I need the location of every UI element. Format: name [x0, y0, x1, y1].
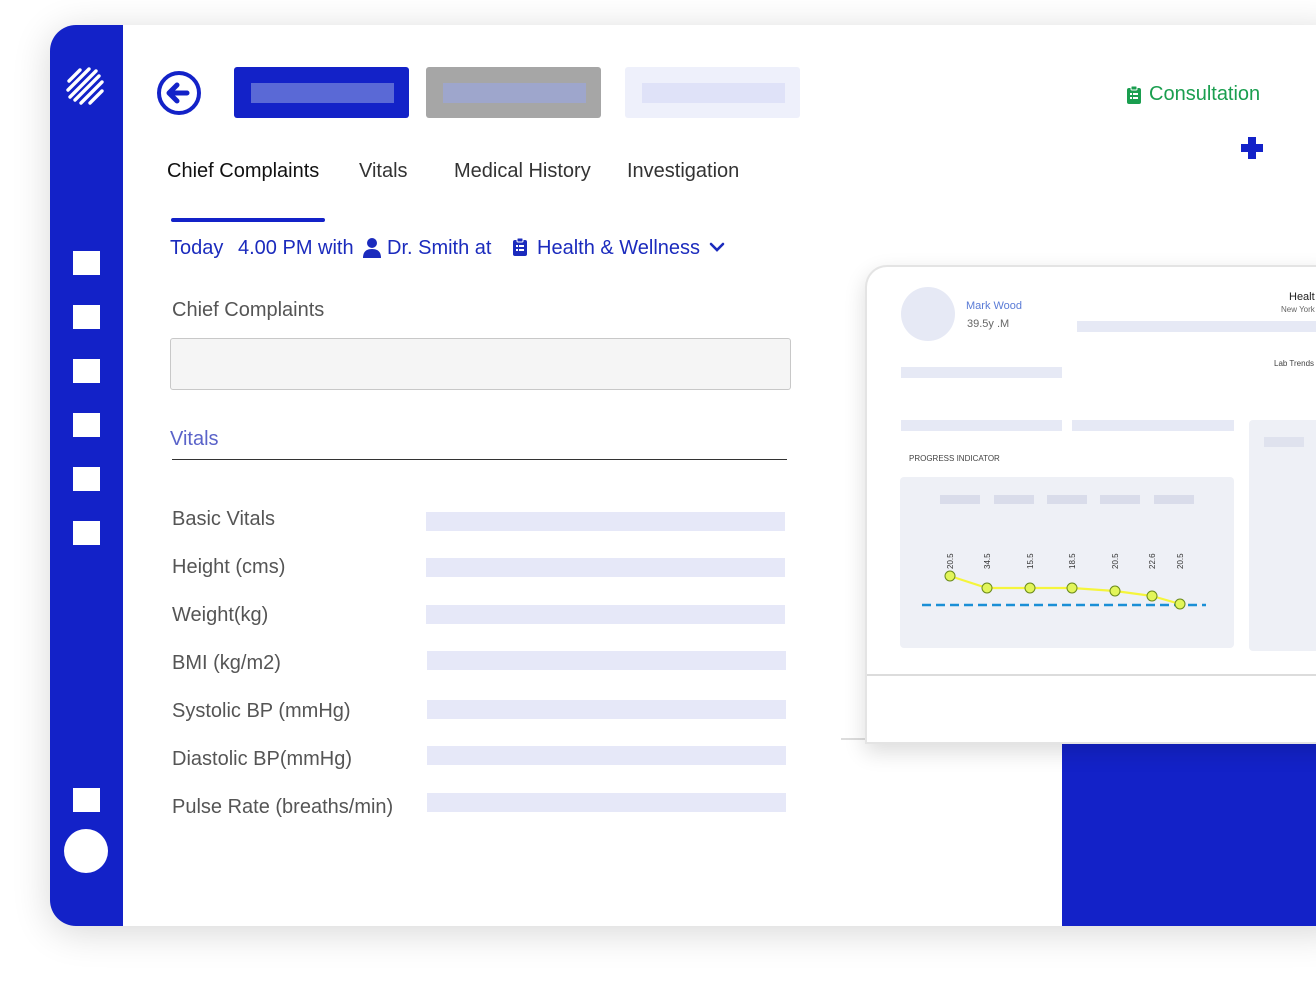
data-label-5: 20.5	[1111, 553, 1120, 569]
tab-chief-complaints[interactable]: Chief Complaints	[167, 160, 319, 183]
progress-line-chart: 20.5 34.5 15.5 18.5 20.5 22.6 20.5	[922, 495, 1206, 610]
data-label-7: 20.5	[1176, 553, 1185, 569]
vital-label-bmi: BMI (kg/m2)	[172, 652, 281, 674]
primary-action-button[interactable]	[234, 67, 409, 118]
sidebar-item-4[interactable]	[73, 413, 100, 437]
appointment-day: Today	[170, 237, 224, 259]
vitals-divider	[172, 459, 787, 460]
data-label-3: 15.5	[1026, 553, 1035, 569]
vital-label-basic: Basic Vitals	[172, 508, 276, 530]
sidebar-item-3[interactable]	[73, 359, 100, 383]
chevron-down-icon[interactable]	[709, 241, 725, 255]
tab-medical-history[interactable]: Medical History	[454, 160, 591, 183]
data-point-4	[1066, 582, 1078, 594]
data-label-2: 34.5	[983, 553, 992, 569]
vital-label-weight: Weight(kg)	[172, 604, 269, 626]
patient-age: 39.5y .M	[967, 318, 1010, 330]
tab-investigation[interactable]: Investigation	[627, 160, 739, 183]
data-point-3	[1024, 582, 1036, 594]
data-point-2	[981, 582, 993, 594]
secondary-action-button[interactable]	[426, 67, 601, 118]
vital-field-pulse[interactable]	[427, 793, 786, 812]
chart-header-pill-4	[1100, 495, 1140, 504]
add-plus-icon[interactable]	[1240, 136, 1264, 160]
placeholder-bar	[1077, 321, 1316, 332]
patient-preview-panel: Mark Wood 39.5y .M Healt New York Lab Tr…	[865, 265, 1316, 744]
sidebar-item-2[interactable]	[73, 305, 100, 329]
vital-label-diastolic: Diastolic BP(mmHg)	[172, 748, 353, 770]
appointment-doctor: Dr. Smith at	[387, 237, 492, 259]
tertiary-action-button[interactable]	[625, 67, 800, 118]
placeholder-bar	[901, 420, 1062, 431]
placeholder-bar	[1072, 420, 1234, 431]
vital-label-systolic: Systolic BP (mmHg)	[172, 700, 351, 722]
button-label-placeholder	[443, 83, 586, 103]
data-point-6	[1146, 590, 1158, 602]
chart-header-pill-1	[940, 495, 980, 504]
consultation-link[interactable]: Consultation	[1126, 83, 1260, 106]
clipboard-icon	[1127, 85, 1141, 104]
consultation-label: Consultation	[1149, 83, 1261, 105]
decorative-panel	[1062, 725, 1316, 926]
vital-field-systolic[interactable]	[427, 700, 786, 719]
chart-header-pill-5	[1154, 495, 1194, 504]
appointment-clinic[interactable]: Health & Wellness	[537, 237, 700, 260]
clinic-clipboard-icon	[513, 237, 527, 256]
user-avatar[interactable]	[64, 829, 108, 873]
sidebar-item-6[interactable]	[73, 521, 100, 545]
chart-header-pill-2	[994, 495, 1034, 504]
app-logo-icon[interactable]	[66, 67, 106, 107]
back-arrow-icon[interactable]	[156, 70, 202, 116]
vitals-heading: Vitals	[170, 428, 219, 450]
placeholder-bar	[1264, 437, 1304, 447]
preview-facility-location: New York	[1281, 305, 1315, 314]
chief-complaints-label: Chief Complaints	[172, 299, 325, 321]
doctor-person-icon	[363, 238, 381, 258]
tab-vitals[interactable]: Vitals	[359, 160, 408, 183]
vital-label-height: Height (cms)	[172, 556, 286, 578]
button-label-placeholder	[642, 83, 785, 103]
placeholder-bar	[901, 367, 1062, 378]
chart-header-pill-3	[1047, 495, 1087, 504]
sidebar-item-1[interactable]	[73, 251, 100, 275]
data-label-4: 18.5	[1068, 553, 1077, 569]
side-card	[1249, 420, 1316, 651]
sidebar-item-settings[interactable]	[73, 788, 100, 812]
patient-name[interactable]: Mark Wood	[966, 300, 1022, 312]
appointment-time: 4.00 PM with	[238, 237, 354, 259]
preview-footer-divider	[867, 674, 1316, 676]
data-label-6: 22.6	[1148, 553, 1157, 569]
data-label-1: 20.5	[946, 553, 955, 569]
active-tab-indicator	[171, 218, 325, 222]
lab-trends-label[interactable]: Lab Trends	[1274, 359, 1314, 368]
vital-field-basic[interactable]	[426, 512, 785, 531]
vital-field-height[interactable]	[426, 558, 785, 577]
data-point-7	[1174, 598, 1186, 610]
sidebar	[50, 25, 123, 926]
sidebar-item-5[interactable]	[73, 467, 100, 491]
progress-indicator-label: PROGRESS INDICATOR	[909, 454, 1000, 463]
button-label-placeholder	[251, 83, 394, 103]
chief-complaints-input[interactable]	[170, 338, 791, 390]
patient-avatar	[901, 287, 955, 341]
vital-field-bmi[interactable]	[427, 651, 786, 670]
preview-facility-name: Healt	[1289, 291, 1315, 303]
data-point-1	[944, 570, 956, 582]
vital-label-pulse: Pulse Rate (breaths/min)	[172, 796, 394, 818]
vital-field-diastolic[interactable]	[427, 746, 786, 765]
vital-field-weight[interactable]	[426, 605, 785, 624]
data-point-5	[1109, 585, 1121, 597]
